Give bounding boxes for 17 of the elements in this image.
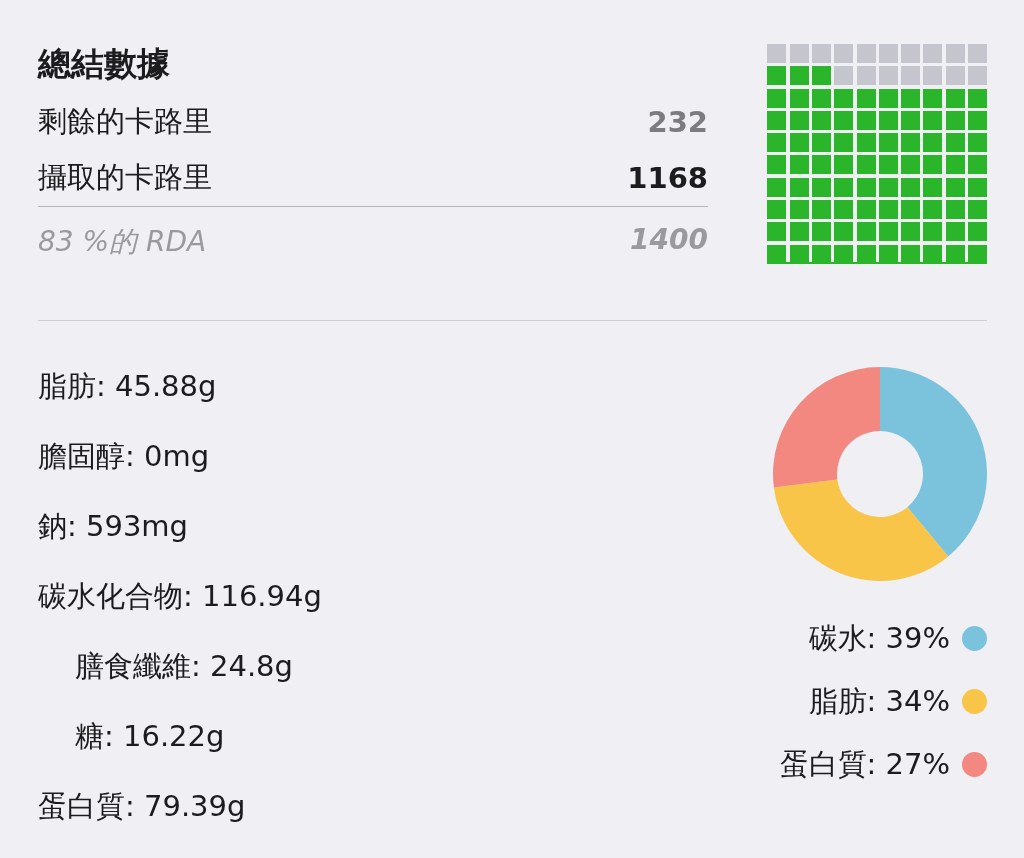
section-title: 總結數據 [38, 43, 171, 85]
nutrient-label: 膳食纖維: 24.8g [74, 647, 294, 685]
nutrient-label: 膽固醇: 0mg [38, 437, 211, 475]
rda-value: 1400 [630, 223, 708, 258]
legend-label: 碳水: 39% [808, 619, 950, 657]
legend-label: 脂肪: 34% [808, 682, 950, 720]
calorie-value: 232 [647, 105, 708, 139]
calorie-value: 1168 [627, 161, 708, 195]
legend-label: 蛋白質: 27% [779, 745, 950, 783]
nutrient-label: 糖: 16.22g [74, 717, 226, 755]
nutrient-label: 碳水化合物: 116.94g [38, 577, 322, 615]
calorie-label: 剩餘的卡路里 [38, 103, 212, 140]
nutrient-label: 鈉: 593mg [38, 507, 189, 545]
nutrient-label: 蛋白質: 79.39g [38, 787, 247, 825]
nutrient-label: 脂肪: 45.88g [38, 367, 218, 405]
rda-label: 83 %的 RDA [38, 224, 207, 260]
calorie-label: 攝取的卡路里 [38, 159, 212, 196]
